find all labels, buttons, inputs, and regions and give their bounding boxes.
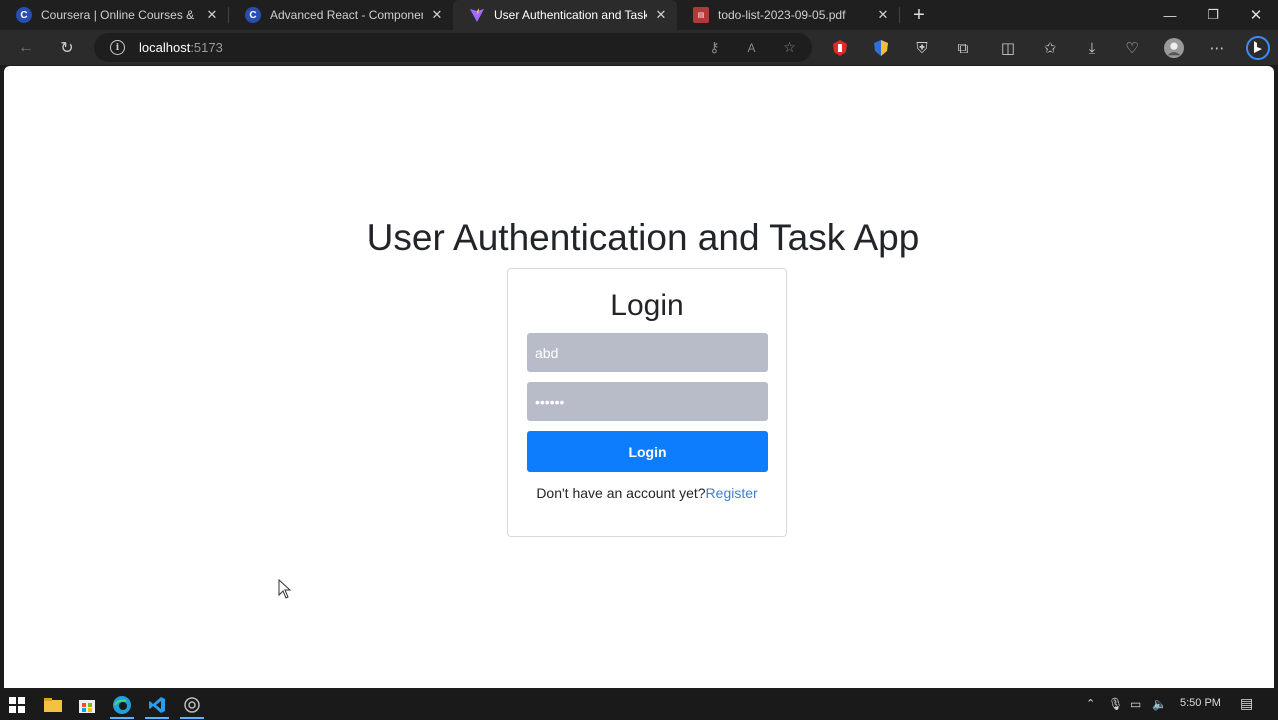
edge-browser-icon[interactable] (111, 695, 133, 715)
extensions-puzzle-icon[interactable]: ⧉ (953, 38, 973, 58)
store-icon[interactable] (76, 695, 98, 715)
password-input[interactable] (527, 382, 768, 421)
volume-icon[interactable]: 🔈 (1152, 697, 1167, 711)
windows-taskbar: ⌃ 🎙 ▭ 🔈 5:50 PM ▤ (0, 690, 1278, 720)
clock[interactable]: 5:50 PM (1180, 697, 1221, 709)
mouse-cursor-icon (278, 579, 292, 599)
tab-title: Coursera | Online Courses & Cre (41, 8, 198, 22)
register-link[interactable]: Register (706, 485, 758, 501)
tab-title: todo-list-2023-09-05.pdf (718, 8, 846, 22)
new-tab-button[interactable]: + (904, 0, 934, 30)
close-window-icon[interactable]: ✕ (1234, 0, 1278, 30)
url-port: :5173 (190, 40, 223, 55)
vite-favicon-icon (469, 7, 485, 23)
pdf-favicon-icon: ▤ (693, 7, 709, 23)
minimize-icon[interactable]: — (1148, 0, 1192, 30)
favorite-star-icon[interactable]: ☆ (781, 39, 798, 56)
tab-todo-pdf[interactable]: ▤ todo-list-2023-09-05.pdf ✕ (677, 0, 899, 30)
page-viewport: User Authentication and Task App Login L… (4, 66, 1274, 688)
close-tab-icon[interactable]: ✕ (204, 7, 220, 23)
url-host: localhost (139, 40, 191, 55)
file-explorer-icon[interactable] (42, 695, 64, 715)
extension-red-icon[interactable] (830, 38, 850, 58)
tab-coursera[interactable]: C Coursera | Online Courses & Cre ✕ (0, 0, 228, 30)
chevron-up-icon[interactable]: ⌃ (1086, 697, 1095, 710)
page-title: User Authentication and Task App (366, 217, 920, 258)
login-card: Login Login Don't have an account yet?Re… (507, 268, 787, 537)
back-arrow-icon[interactable]: ← (13, 35, 39, 61)
tracking-shield-icon[interactable]: ⛨ (912, 38, 932, 58)
downloads-icon[interactable]: ⤓ (1082, 38, 1102, 58)
vscode-icon[interactable] (146, 695, 168, 715)
tab-user-auth-app[interactable]: User Authentication and Task Ap ✕ (453, 0, 677, 30)
address-bar[interactable]: i localhost :5173 ⚷ A ☆ (94, 33, 812, 62)
browser-tab-strip: C Coursera | Online Courses & Cre ✕ C Ad… (0, 0, 1278, 30)
profile-avatar[interactable] (1164, 38, 1184, 58)
extension-shield-icon[interactable] (871, 38, 891, 58)
register-prompt-text: Don't have an account yet? (536, 485, 706, 501)
info-icon[interactable]: i (110, 40, 125, 55)
favorites-icon[interactable]: ✩ (1040, 38, 1060, 58)
read-aloud-icon[interactable]: A (743, 39, 760, 56)
tab-title: Advanced React - Components - (270, 8, 423, 22)
close-tab-icon[interactable]: ✕ (429, 7, 445, 23)
bing-copilot-icon[interactable] (1246, 36, 1270, 60)
login-heading: Login (610, 289, 684, 322)
refresh-icon[interactable]: ↻ (54, 35, 80, 61)
microphone-icon[interactable]: 🎙 (1108, 697, 1123, 711)
more-menu-icon[interactable]: ⋯ (1207, 38, 1227, 58)
tab-title: User Authentication and Task Ap (494, 8, 647, 22)
windows-start-icon[interactable] (6, 695, 28, 715)
split-screen-icon[interactable]: ◫ (998, 38, 1018, 58)
login-button[interactable]: Login (527, 431, 768, 472)
network-icon[interactable]: ▭ (1130, 697, 1141, 711)
close-tab-icon[interactable]: ✕ (653, 7, 669, 23)
restore-icon[interactable]: ❐ (1191, 0, 1235, 30)
coursera-favicon-icon: C (16, 7, 32, 23)
key-icon[interactable]: ⚷ (706, 39, 723, 56)
browser-essentials-icon[interactable]: ♡ (1122, 38, 1142, 58)
register-prompt: Don't have an account yet?Register (508, 485, 786, 501)
notifications-icon[interactable]: ▤ (1240, 695, 1253, 712)
tab-advanced-react[interactable]: C Advanced React - Components - ✕ (229, 0, 453, 30)
close-tab-icon[interactable]: ✕ (875, 7, 891, 23)
username-input[interactable] (527, 333, 768, 372)
coursera-favicon-icon: C (245, 7, 261, 23)
app-settings-icon[interactable] (181, 695, 203, 715)
